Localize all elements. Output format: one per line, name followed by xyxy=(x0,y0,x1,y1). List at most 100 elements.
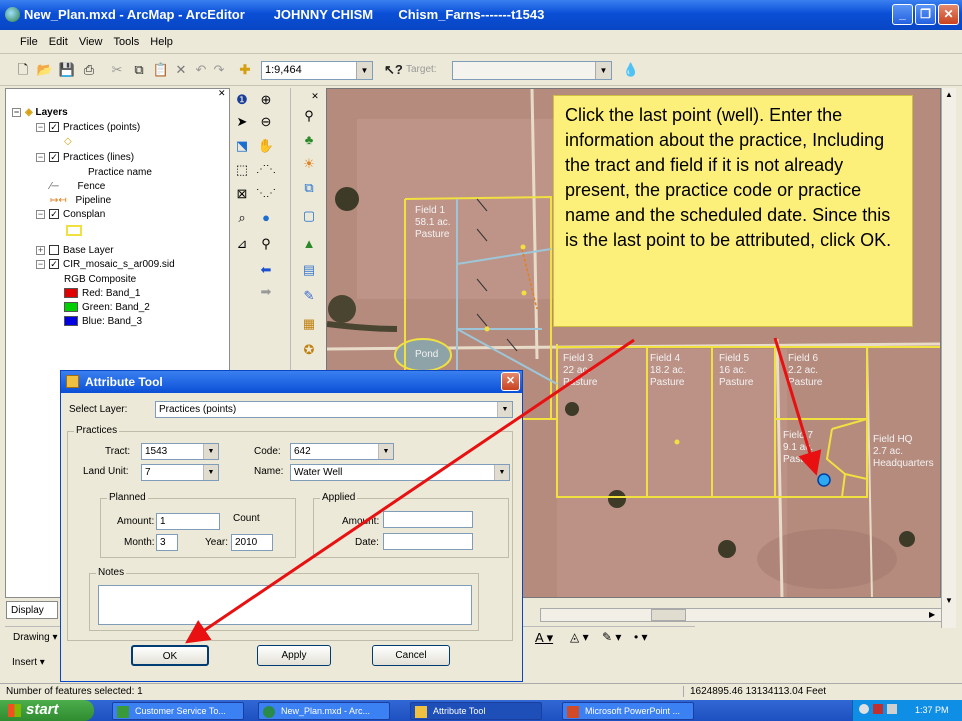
network-icon[interactable] xyxy=(859,704,869,714)
open-folder-icon[interactable]: 📂 xyxy=(36,61,54,79)
add-data-icon[interactable]: ✚ xyxy=(236,61,254,79)
minimize-button[interactable]: _ xyxy=(892,4,913,25)
amount-input[interactable]: 1 xyxy=(156,513,220,530)
menu-view[interactable]: View xyxy=(75,30,107,48)
close-button[interactable]: ✕ xyxy=(938,4,959,25)
info-icon[interactable]: ❶ xyxy=(232,90,252,110)
tree-icon[interactable]: ♣ xyxy=(299,130,319,150)
restore-button[interactable]: ❐ xyxy=(915,4,936,25)
collapse-icon[interactable]: − xyxy=(36,152,45,162)
editor-icon[interactable]: 💧 xyxy=(622,61,640,79)
close-icon[interactable]: ✕ xyxy=(218,88,226,99)
drawing-menu[interactable]: Drawing ▾ xyxy=(13,632,58,643)
chevron-down-icon[interactable]: ▼ xyxy=(356,62,372,79)
task-new-plan[interactable]: New_Plan.mxd - Arc... xyxy=(258,702,390,720)
checkbox-icon[interactable]: ✓ xyxy=(49,209,59,220)
scroll-up-icon[interactable]: ▲ xyxy=(945,90,953,99)
collapse-icon[interactable]: − xyxy=(12,107,21,117)
security-shield-icon[interactable] xyxy=(873,704,883,714)
checkbox-icon[interactable]: ✓ xyxy=(49,152,59,163)
layers-stack-icon[interactable]: ⧉ xyxy=(299,178,319,198)
redo-icon[interactable]: ↷ xyxy=(210,61,228,79)
star-icon[interactable]: ✪ xyxy=(299,340,319,360)
zoom-out-icon[interactable]: ⊖ xyxy=(256,112,276,132)
chevron-down-icon[interactable]: ▼ xyxy=(494,465,509,480)
close-button[interactable]: ✕ xyxy=(501,372,520,391)
close-icon[interactable]: ✕ xyxy=(305,86,325,106)
cancel-button[interactable]: Cancel xyxy=(372,645,450,666)
hyperlink-icon[interactable]: ⚲ xyxy=(256,234,276,254)
clock[interactable]: 1:37 PM xyxy=(915,705,949,715)
collapse-icon[interactable]: − xyxy=(36,209,45,219)
applied-amount-input[interactable] xyxy=(383,511,473,528)
task-powerpoint[interactable]: Microsoft PowerPoint ... xyxy=(562,702,694,720)
tab-display[interactable]: Display xyxy=(6,601,58,619)
task-customer-service[interactable]: Customer Service To... xyxy=(112,702,244,720)
chevron-down-icon[interactable]: ▼ xyxy=(203,465,218,480)
task-attribute-tool[interactable]: Attribute Tool xyxy=(410,702,542,720)
frame-icon[interactable]: ▢ xyxy=(299,206,319,226)
year-input[interactable]: 2010 xyxy=(231,534,273,551)
checkbox-icon[interactable]: ✓ xyxy=(49,259,59,270)
measure-icon[interactable]: ⊿ xyxy=(232,234,252,254)
paste-icon[interactable]: 📋 xyxy=(152,61,170,79)
fill-color-icon[interactable]: ◬ ▾ xyxy=(570,630,589,644)
chevron-down-icon[interactable]: ▼ xyxy=(497,402,512,417)
map-horizontal-scrollbar[interactable]: ▶ xyxy=(540,608,942,622)
chart-icon[interactable]: ▤ xyxy=(299,260,319,280)
target-combo[interactable]: ▼ xyxy=(452,61,612,80)
chevron-down-icon[interactable]: ▼ xyxy=(378,444,393,459)
apply-button[interactable]: Apply xyxy=(257,645,331,666)
toc-item-base-layer[interactable]: + Base Layer xyxy=(36,245,114,256)
copy-icon[interactable]: ⧉ xyxy=(130,61,148,79)
ok-button[interactable]: OK xyxy=(131,645,209,666)
draw-line-icon[interactable]: ✎ xyxy=(299,286,319,306)
toc-item-practices-lines[interactable]: − ✓ Practices (lines) xyxy=(36,152,134,163)
full-extent-globe-icon[interactable]: ● xyxy=(256,208,276,228)
land-unit-dropdown[interactable]: 7 ▼ xyxy=(141,464,219,481)
scroll-down-icon[interactable]: ▼ xyxy=(945,596,953,605)
delete-icon[interactable]: ✕ xyxy=(172,61,190,79)
menu-edit[interactable]: Edit xyxy=(45,30,72,48)
map-vertical-scrollbar[interactable]: ▲ ▼ xyxy=(941,88,956,628)
new-document-icon[interactable]: 🗋 xyxy=(14,61,32,79)
fixed-zoom-in-icon[interactable]: ⋰⋱ xyxy=(256,160,276,180)
magnify-icon[interactable]: ⚲ xyxy=(299,106,319,126)
select-arrow-icon[interactable]: ➤ xyxy=(232,112,252,132)
zoom-in-icon[interactable]: ⊕ xyxy=(256,90,276,110)
checkbox-icon[interactable] xyxy=(49,245,59,256)
menu-help[interactable]: Help xyxy=(146,30,177,48)
line-color-icon[interactable]: ✎ ▾ xyxy=(602,630,621,644)
insert-menu[interactable]: Insert ▾ xyxy=(12,657,45,668)
notes-textarea[interactable] xyxy=(98,585,472,625)
toc-item-practices-points[interactable]: − ✓ Practices (points) xyxy=(36,122,140,133)
toc-root[interactable]: − ◈ Layers xyxy=(12,107,68,118)
menu-tools[interactable]: Tools xyxy=(110,30,144,48)
checkbox-icon[interactable]: ✓ xyxy=(49,122,59,133)
select-features-icon[interactable]: ⬔ xyxy=(232,136,252,156)
font-color-icon[interactable]: A ▾ xyxy=(535,630,553,646)
landscape-icon[interactable]: ▲ xyxy=(299,234,319,254)
pan-hand-icon[interactable]: ✋ xyxy=(256,136,276,156)
toc-item-consplan[interactable]: − ✓ Consplan xyxy=(36,209,105,220)
whats-this-icon[interactable]: ↖? xyxy=(384,61,403,79)
scroll-thumb[interactable] xyxy=(651,609,686,621)
select-elements-icon[interactable]: ⬚ xyxy=(232,160,252,180)
find-binoculars-icon[interactable]: ⌕ xyxy=(232,208,252,228)
sunset-icon[interactable]: ☀ xyxy=(299,154,319,174)
print-icon[interactable]: ⎙ xyxy=(80,61,98,79)
save-icon[interactable]: 💾 xyxy=(58,61,76,79)
table-icon[interactable]: ▦ xyxy=(299,314,319,334)
collapse-icon[interactable]: − xyxy=(36,259,45,269)
menu-file[interactable]: File xyxy=(16,30,42,48)
code-dropdown[interactable]: 642 ▼ xyxy=(290,443,394,460)
fixed-zoom-out-icon[interactable]: ⋱⋰ xyxy=(256,184,276,204)
collapse-icon[interactable]: − xyxy=(36,122,45,132)
undo-icon[interactable]: ↶ xyxy=(192,61,210,79)
tract-dropdown[interactable]: 1543 ▼ xyxy=(141,443,219,460)
marker-color-icon[interactable]: • ▾ xyxy=(634,630,648,644)
clear-selection-icon[interactable]: ⊠ xyxy=(232,184,252,204)
chevron-down-icon[interactable]: ▼ xyxy=(203,444,218,459)
select-layer-dropdown[interactable]: Practices (points) ▼ xyxy=(155,401,513,418)
month-input[interactable]: 3 xyxy=(156,534,178,551)
